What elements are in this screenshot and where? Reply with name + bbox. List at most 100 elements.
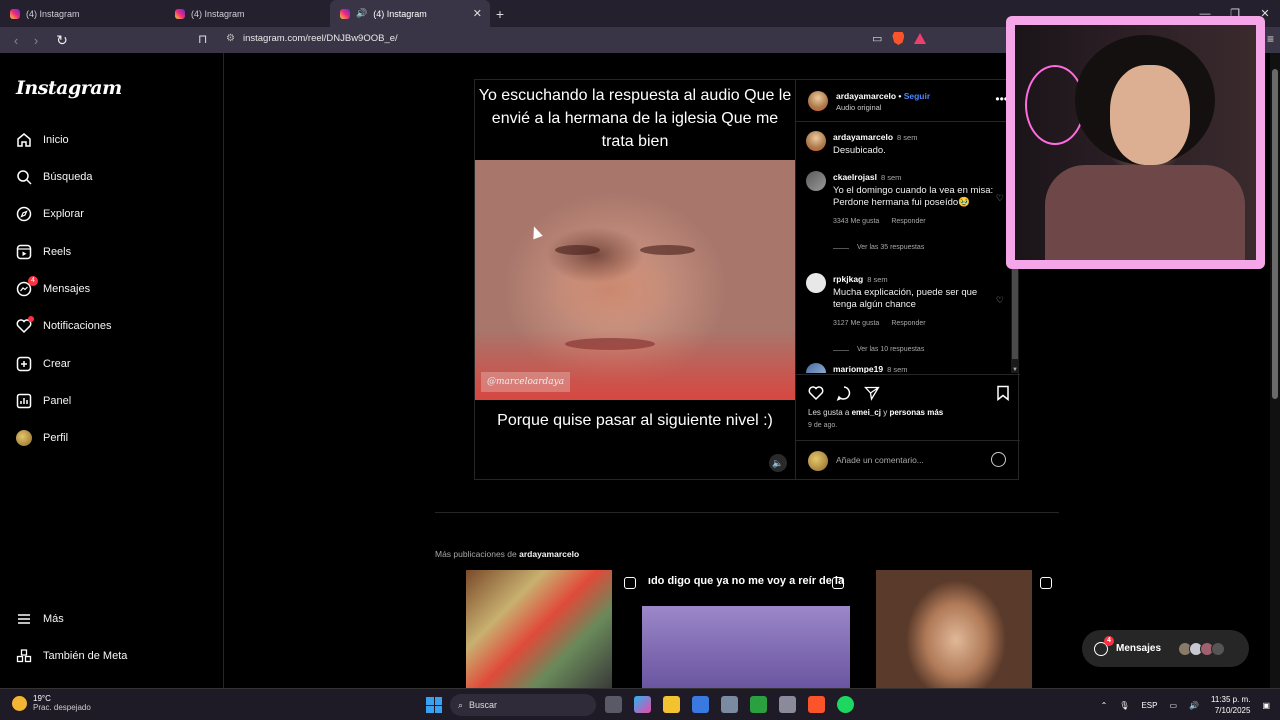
comment-user[interactable]: ardayamarcelo: [833, 132, 893, 142]
avatar[interactable]: [806, 363, 826, 373]
messages-floating-button[interactable]: 4 Mensajes: [1082, 630, 1249, 667]
back-icon[interactable]: ‹: [6, 33, 26, 48]
avatar[interactable]: [808, 91, 828, 111]
messages-badge: 4: [1104, 635, 1114, 646]
sidebar-item-explorar[interactable]: Explorar: [16, 203, 84, 225]
speaker-icon: 🔈: [772, 457, 784, 468]
browser-tab-active[interactable]: 🔊 (4) Instagram ✕: [330, 0, 490, 27]
scroll-down-icon[interactable]: ▼: [1012, 367, 1018, 373]
reload-icon[interactable]: ↻: [52, 32, 72, 49]
speaker-icon[interactable]: 🔊: [356, 8, 367, 19]
copilot-icon[interactable]: [634, 696, 651, 713]
browser-menu-icon[interactable]: ≡: [1267, 32, 1274, 46]
avatar[interactable]: [806, 273, 826, 293]
avatar[interactable]: [806, 131, 826, 151]
comment-likes[interactable]: 3127 Me gusta: [833, 318, 879, 331]
browser-tab[interactable]: (4) Instagram: [165, 0, 330, 27]
spotify-icon[interactable]: [837, 696, 854, 713]
comment-user[interactable]: rpkjkag: [833, 274, 863, 284]
comment-input[interactable]: Añade un comentario...: [836, 455, 924, 465]
app-icon[interactable]: [750, 696, 767, 713]
close-tab-icon[interactable]: ✕: [473, 7, 482, 20]
sidebar-item-perfil[interactable]: Perfil: [16, 427, 68, 449]
view-replies[interactable]: Ver las 10 respuestas: [833, 344, 1003, 357]
replies-line: [833, 247, 849, 249]
share-icon[interactable]: [864, 385, 880, 406]
emoji-icon[interactable]: [991, 452, 1006, 467]
chevron-up-icon[interactable]: ⌃: [1101, 701, 1108, 710]
browser-tab[interactable]: (4) Instagram: [0, 0, 165, 27]
likes-summary[interactable]: Les gusta a emei_cj y personas más: [808, 408, 943, 417]
clock[interactable]: 11:35 p. m. 7/10/2025: [1211, 694, 1250, 716]
mute-button[interactable]: 🔈: [769, 454, 787, 472]
taskbar-search[interactable]: ⌕ Buscar: [450, 694, 596, 716]
like-icon[interactable]: [808, 385, 824, 406]
microphone-icon[interactable]: 🎙: [1119, 701, 1129, 710]
comments-panel: ardayamarcelo • Seguir Audio original ••…: [795, 80, 1020, 479]
sidebar-item-mas[interactable]: Más: [16, 608, 64, 630]
sidebar-item-label: Búsqueda: [43, 171, 93, 183]
likes-user[interactable]: emei_cj: [852, 408, 881, 417]
network-icon[interactable]: ▭: [1169, 701, 1177, 710]
save-icon[interactable]: [996, 385, 1010, 406]
chart-icon: [16, 393, 32, 409]
comment-likes[interactable]: 3343 Me gusta: [833, 216, 879, 229]
cast-icon[interactable]: ▭: [872, 32, 882, 45]
plus-icon: [16, 356, 32, 372]
address-bar-actions: ▭: [872, 32, 927, 45]
forward-icon[interactable]: ›: [26, 33, 46, 48]
reply-button[interactable]: Responder: [891, 216, 925, 229]
settings-icon[interactable]: [721, 696, 738, 713]
comment-icon[interactable]: [836, 385, 852, 406]
comment-user[interactable]: ckaelrojasl: [833, 172, 877, 182]
like-comment-icon[interactable]: ♡: [996, 295, 1004, 306]
sidebar-item-mensajes[interactable]: 4 Mensajes: [16, 276, 90, 300]
weather-widget[interactable]: 19°C Prac. despejado: [12, 694, 91, 712]
notifications-icon[interactable]: ▣: [1262, 701, 1270, 710]
sidebar-item-panel[interactable]: Panel: [16, 390, 71, 412]
app-icon[interactable]: [779, 696, 796, 713]
follow-button[interactable]: Seguir: [904, 91, 930, 101]
scrollbar-thumb[interactable]: [1272, 69, 1278, 399]
sidebar-item-notificaciones[interactable]: Notificaciones: [16, 315, 111, 337]
reels-icon: [16, 244, 32, 260]
volume-icon[interactable]: 🔊: [1189, 701, 1199, 710]
comment-meta: 3127 Me gusta Responder: [833, 318, 1003, 331]
post-thumbnail[interactable]: [876, 570, 1032, 688]
more-posts-user[interactable]: ardayamarcelo: [519, 549, 579, 559]
instagram-logo[interactable]: Instagram: [16, 77, 122, 99]
reply-button[interactable]: Responder: [891, 318, 925, 331]
start-icon[interactable]: [426, 697, 442, 713]
brave-shields-icon[interactable]: [892, 32, 905, 45]
sidebar-item-crear[interactable]: Crear: [16, 353, 71, 375]
avatar[interactable]: [806, 171, 826, 191]
page-scrollbar[interactable]: [1270, 53, 1280, 688]
like-comment-icon[interactable]: ♡: [996, 193, 1004, 204]
language-indicator[interactable]: ESP: [1141, 701, 1157, 710]
store-icon[interactable]: [692, 696, 709, 713]
post-author[interactable]: ardayamarcelo • Seguir: [836, 91, 930, 101]
sidebar-item-reels[interactable]: Reels: [16, 241, 71, 263]
messages-badge: 4: [28, 276, 38, 286]
view-replies[interactable]: Ver las 35 respuestas: [833, 242, 1003, 255]
comment-user[interactable]: mariompe19: [833, 364, 883, 373]
brave-icon[interactable]: [808, 696, 825, 713]
reel-post: Yo escuchando la respuesta al audio Que …: [474, 79, 1020, 480]
post-thumbnail[interactable]: ıdo digo que ya no me voy a reír de la: [642, 570, 850, 688]
author-name[interactable]: ardayamarcelo: [836, 91, 896, 101]
sidebar-item-meta[interactable]: También de Meta: [16, 645, 127, 667]
likes-more[interactable]: personas más: [889, 408, 943, 417]
site-settings-icon[interactable]: ⚙: [226, 33, 235, 44]
sidebar-item-inicio[interactable]: Inicio: [16, 129, 69, 151]
post-thumbnail[interactable]: [466, 570, 612, 688]
url-field[interactable]: ⚙ instagram.com/reel/DNJBw9OOB_e/: [226, 33, 398, 44]
audio-label[interactable]: Audio original: [836, 103, 881, 112]
brave-rewards-icon[interactable]: [914, 33, 927, 44]
bookmark-icon[interactable]: ⊓: [198, 32, 207, 46]
reel-video[interactable]: Yo escuchando la respuesta al audio Que …: [475, 80, 795, 479]
instagram-favicon-icon: [10, 8, 20, 19]
task-view-icon[interactable]: [605, 696, 622, 713]
new-tab-button[interactable]: +: [490, 0, 510, 27]
file-explorer-icon[interactable]: [663, 696, 680, 713]
sidebar-item-busqueda[interactable]: Búsqueda: [16, 166, 93, 188]
